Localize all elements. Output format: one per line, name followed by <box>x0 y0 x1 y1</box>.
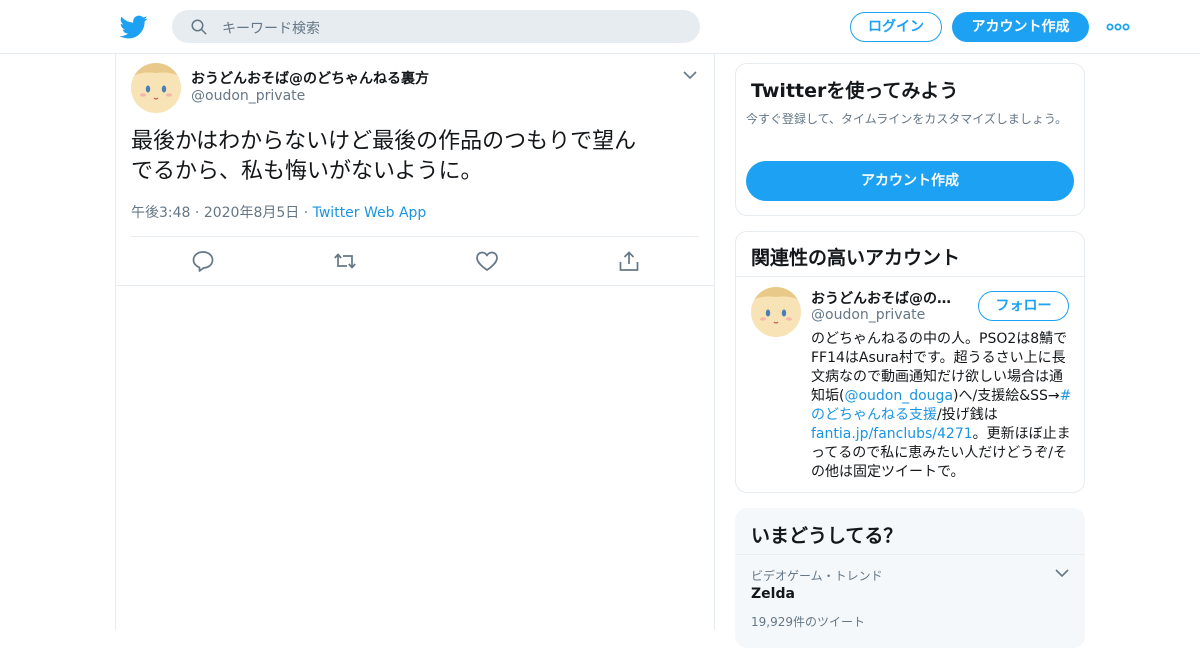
chevron-down-icon[interactable] <box>682 68 698 82</box>
trends-card: いまどうしてる？ ビデオゲーム・トレンド Zelda 19,929件のツイート <box>735 508 1085 648</box>
signup-card-description: 今すぐ登録して、タイムラインをカスタマイズしましょう。 <box>746 112 1068 126</box>
related-account-handle[interactable]: @oudon_private <box>811 307 925 323</box>
search-input[interactable]: キーワード検索 <box>222 18 320 38</box>
search-box[interactable]: キーワード検索 <box>172 10 700 43</box>
follow-button[interactable]: フォロー <box>978 291 1069 321</box>
signup-card-title: Twitterを使ってみよう <box>751 80 959 102</box>
signup-button[interactable]: アカウント作成 <box>952 12 1089 42</box>
bio-url-link[interactable]: fantia.jp/fanclubs/4271 <box>811 426 973 442</box>
create-account-button[interactable]: アカウント作成 <box>746 161 1074 201</box>
reply-icon[interactable] <box>191 250 215 272</box>
trend-name[interactable]: Zelda <box>751 586 795 602</box>
twitter-bird-icon[interactable] <box>120 13 148 41</box>
login-button[interactable]: ログイン <box>850 12 942 42</box>
retweet-icon[interactable] <box>333 250 357 272</box>
divider <box>736 554 1084 555</box>
search-icon <box>191 19 207 35</box>
trend-category: ビデオゲーム・トレンド <box>751 569 883 583</box>
tweet-text-line-2: でるから、私も悔いがないように。 <box>131 159 483 184</box>
trend-tweet-count: 19,929件のツイート <box>751 615 865 629</box>
related-accounts-title: 関連性の高いアカウント <box>751 247 961 269</box>
signup-card: Twitterを使ってみよう 今すぐ登録して、タイムラインをカスタマイズしましょ… <box>735 63 1085 216</box>
tweet-text-line-1: 最後かはわからないけど最後の作品のつもりで望ん <box>131 129 637 154</box>
meta-separator: · <box>194 205 204 221</box>
tweet-text: 最後かはわからないけど最後の作品のつもりで望ん でるから、私も悔いがないように。 <box>131 127 691 187</box>
bio-text: )へ/支援絵&SS→ <box>953 388 1060 404</box>
trends-title: いまどうしてる？ <box>751 525 903 547</box>
main-column: おうどんおそば@のどちゃんねる裏方 @oudon_private 最後かはわから… <box>115 54 715 630</box>
tweet-time[interactable]: 午後3:48 <box>131 205 190 221</box>
bio-mention-link[interactable]: @oudon_douga <box>844 388 953 404</box>
share-icon[interactable] <box>617 250 641 272</box>
related-accounts-card: 関連性の高いアカウント おうどんおそば@の… @oudon_private フォ… <box>735 231 1085 493</box>
top-bar: キーワード検索 ログイン アカウント作成 <box>0 0 1200 54</box>
meta-separator: · <box>303 205 313 221</box>
related-account-bio: のどちゃんねるの中の人。PSO2は8鯖でFF14はAsura村です。超うるさい上… <box>811 330 1073 482</box>
related-avatar[interactable] <box>751 287 801 337</box>
author-avatar[interactable] <box>131 63 181 113</box>
related-account-name[interactable]: おうどんおそば@の… <box>811 288 951 308</box>
chevron-down-icon[interactable] <box>1054 566 1070 580</box>
tweet-source[interactable]: Twitter Web App <box>313 205 427 221</box>
avatar-image <box>751 287 801 337</box>
divider <box>736 276 1084 277</box>
bio-text: /投げ銭は <box>937 407 998 423</box>
avatar-image <box>131 63 181 113</box>
tweet-date[interactable]: 2020年8月5日 <box>204 205 299 221</box>
tweet: おうどんおそば@のどちゃんねる裏方 @oudon_private 最後かはわから… <box>116 54 714 286</box>
tweet-meta: 午後3:48 · 2020年8月5日 · Twitter Web App <box>131 202 426 222</box>
more-options-icon[interactable] <box>1106 17 1130 37</box>
like-icon[interactable] <box>475 250 499 272</box>
divider <box>131 236 699 237</box>
author-handle[interactable]: @oudon_private <box>191 88 305 104</box>
author-name[interactable]: おうどんおそば@のどちゃんねる裏方 <box>191 68 429 88</box>
